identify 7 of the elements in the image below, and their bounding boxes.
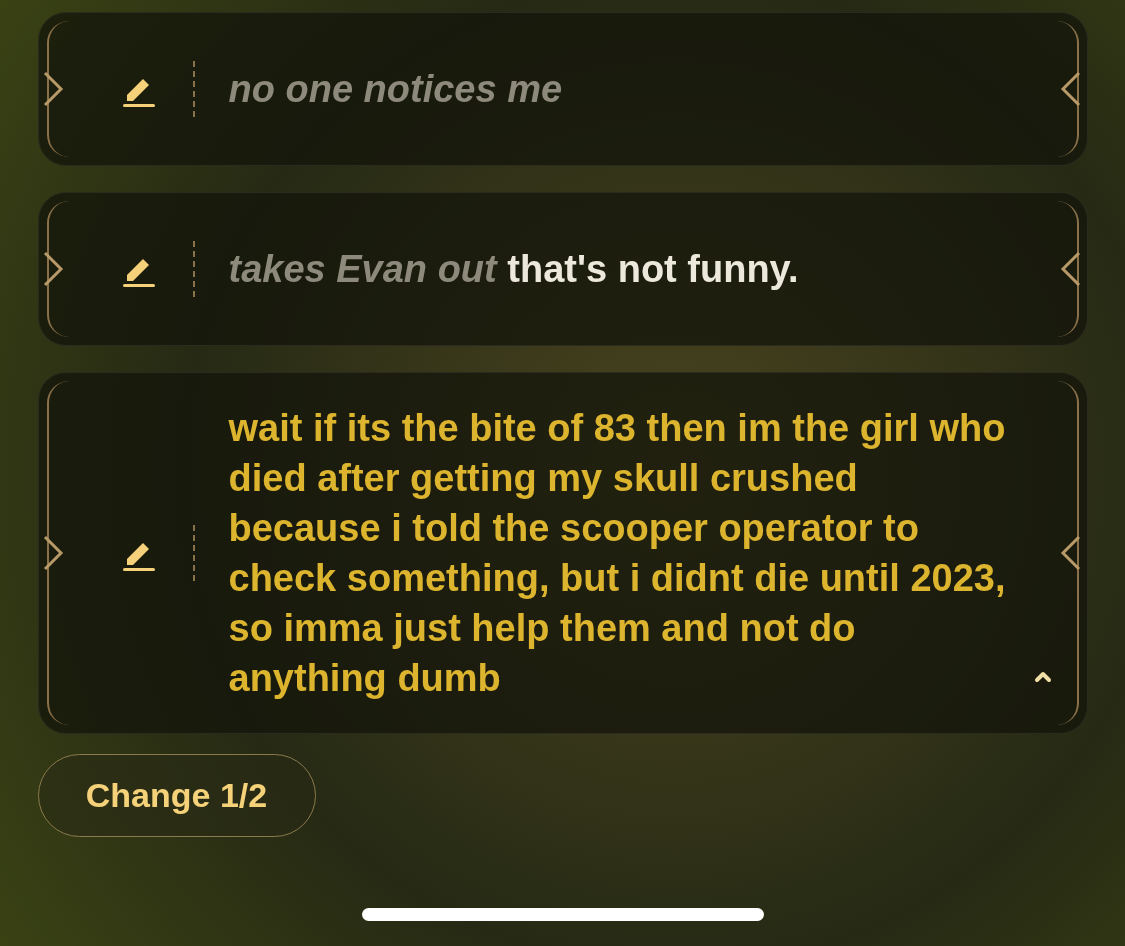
reply-option-card[interactable] (37, 372, 1088, 734)
reply-text: no one notices me (228, 67, 563, 112)
reply-option-card[interactable]: takes Evan out that's not funny. (37, 192, 1088, 346)
reply-option-card[interactable]: no one notices me (37, 12, 1088, 166)
reply-text: wait if its the bite of 83 then im the girl who died after getting my skull crushed because i told the scooper operator to check something, but i didnt die until 2023, so imma just help them and not do anything dumb (228, 406, 1007, 701)
reply-text: takes Evan out that's not funny. (228, 247, 799, 292)
change-button[interactable]: Change 1/2 (37, 754, 316, 837)
